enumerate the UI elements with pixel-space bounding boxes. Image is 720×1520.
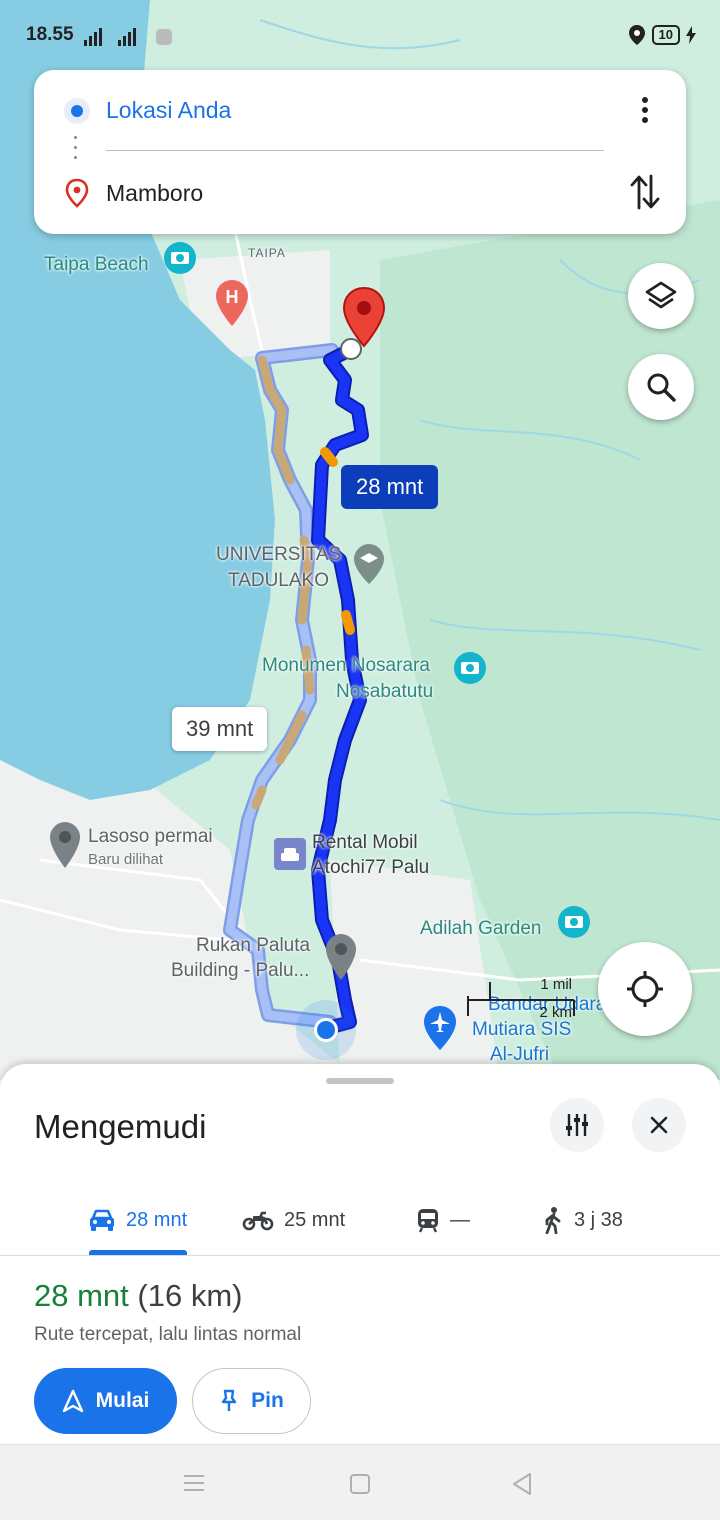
motorcycle-icon: [242, 1211, 274, 1231]
map-label-rental[interactable]: Rental Mobil: [312, 832, 418, 854]
directions-sheet: Mengemudi 28 mnt 25 mnt — 3 j 38 28 mnt …: [0, 1064, 720, 1444]
map-label-rukan[interactable]: Rukan Paluta: [196, 935, 310, 957]
location-icon: [628, 25, 645, 45]
divider: [106, 150, 604, 151]
home-icon[interactable]: [348, 1472, 372, 1496]
crosshair-icon: [627, 971, 663, 1007]
search-icon: [647, 373, 676, 402]
active-tab-indicator: [89, 1250, 187, 1255]
origin-field[interactable]: Lokasi Anda: [106, 97, 231, 124]
route-duration: 28 mnt: [34, 1278, 129, 1313]
my-location-button[interactable]: [598, 942, 692, 1036]
scale-bar: 1 mil 2 km: [466, 976, 576, 1024]
route-summary: 28 mnt (16 km): [34, 1278, 242, 1314]
tab-walking-label: 3 j 38: [574, 1208, 623, 1231]
navigation-arrow-icon: [62, 1389, 83, 1413]
system-nav-bar: [0, 1444, 720, 1520]
status-right: 10: [628, 24, 696, 46]
tab-motorcycle-label: 25 mnt: [284, 1208, 346, 1231]
connector-dots: [74, 136, 78, 166]
car-rental-icon[interactable]: [272, 836, 308, 872]
status-bar: 18.55 10: [0, 0, 720, 70]
sheet-title: Mengemudi: [34, 1108, 207, 1145]
tab-transit-label: —: [450, 1208, 470, 1231]
hospital-icon[interactable]: H: [214, 278, 250, 328]
more-options-icon[interactable]: [630, 92, 660, 128]
tab-transit[interactable]: —: [416, 1184, 470, 1256]
route-options-button[interactable]: [550, 1098, 604, 1152]
swap-icon[interactable]: [628, 172, 662, 212]
tab-driving[interactable]: 28 mnt: [88, 1184, 187, 1256]
route-distance: (16 km): [137, 1278, 243, 1313]
svg-text:H: H: [226, 287, 239, 307]
map-label-taipa: TAIPA: [248, 246, 286, 260]
tab-motorcycle[interactable]: 25 mnt: [242, 1184, 345, 1256]
map-label-rukan-2[interactable]: Building - Palu...: [171, 960, 309, 982]
scale-miles: 1 mil: [540, 976, 572, 993]
close-icon: [650, 1116, 668, 1134]
map-search-button[interactable]: [628, 354, 694, 420]
car-icon: [90, 1209, 114, 1231]
map-label-lasoso[interactable]: Lasoso permai: [88, 826, 213, 848]
map-label-monumen[interactable]: Monumen Nosarara: [262, 655, 430, 677]
airport-icon[interactable]: [422, 1004, 458, 1052]
map-label-bandara-3[interactable]: Al-Jufri: [490, 1044, 549, 1066]
map-label-taipa-beach[interactable]: Taipa Beach: [44, 254, 149, 276]
directions-search-card: Lokasi Anda Mamboro: [34, 70, 686, 234]
destination-marker-icon: [65, 178, 89, 208]
camera-poi-icon[interactable]: [162, 240, 198, 284]
start-navigation-button[interactable]: Mulai: [34, 1368, 177, 1434]
transit-icon: [418, 1209, 438, 1233]
camera-poi-icon[interactable]: [452, 650, 488, 694]
map-label-monumen-2[interactable]: Nosabatutu: [336, 681, 433, 703]
pushpin-icon: [221, 1389, 237, 1411]
status-time: 18.55: [26, 24, 74, 45]
map-label-adilah[interactable]: Adilah Garden: [420, 918, 541, 940]
origin-dot-icon: [64, 98, 90, 124]
start-label: Mulai: [95, 1389, 150, 1412]
destination-pin-icon[interactable]: [342, 286, 386, 348]
map-label-rental-2[interactable]: Atochi77 Palu: [312, 857, 429, 879]
tab-walking[interactable]: 3 j 38: [542, 1184, 623, 1256]
charging-icon: [686, 26, 696, 44]
place-pin-icon[interactable]: [48, 820, 82, 870]
place-pin-icon[interactable]: [324, 932, 358, 982]
map-label-lasoso-sub: Baru dilihat: [88, 851, 164, 868]
pin-label: Pin: [251, 1389, 284, 1412]
university-icon[interactable]: [352, 542, 386, 586]
destination-field[interactable]: Mamboro: [106, 180, 203, 207]
map-label-tadulako[interactable]: TADULAKO: [228, 570, 329, 592]
drag-handle[interactable]: [326, 1078, 394, 1084]
layers-button[interactable]: [628, 263, 694, 329]
tab-driving-label: 28 mnt: [126, 1208, 188, 1231]
walk-icon: [545, 1207, 561, 1234]
map-label-universitas[interactable]: UNIVERSITAS: [216, 544, 341, 566]
tune-icon: [566, 1114, 588, 1136]
back-icon[interactable]: [510, 1471, 534, 1497]
pin-button[interactable]: Pin: [192, 1368, 311, 1434]
close-button[interactable]: [632, 1098, 686, 1152]
battery-icon: 10: [651, 25, 680, 45]
menu-icon[interactable]: [182, 1473, 206, 1493]
signal-icon: [84, 28, 172, 46]
camera-poi-icon[interactable]: [556, 904, 592, 948]
travel-mode-tabs: 28 mnt 25 mnt — 3 j 38: [0, 1184, 720, 1256]
route-description: Rute tercepat, lalu lintas normal: [34, 1324, 302, 1345]
scale-km: 2 km: [539, 1004, 572, 1021]
layers-icon: [645, 281, 677, 309]
route-main-badge[interactable]: 28 mnt: [341, 465, 439, 509]
route-alt-badge[interactable]: 39 mnt: [172, 707, 268, 751]
